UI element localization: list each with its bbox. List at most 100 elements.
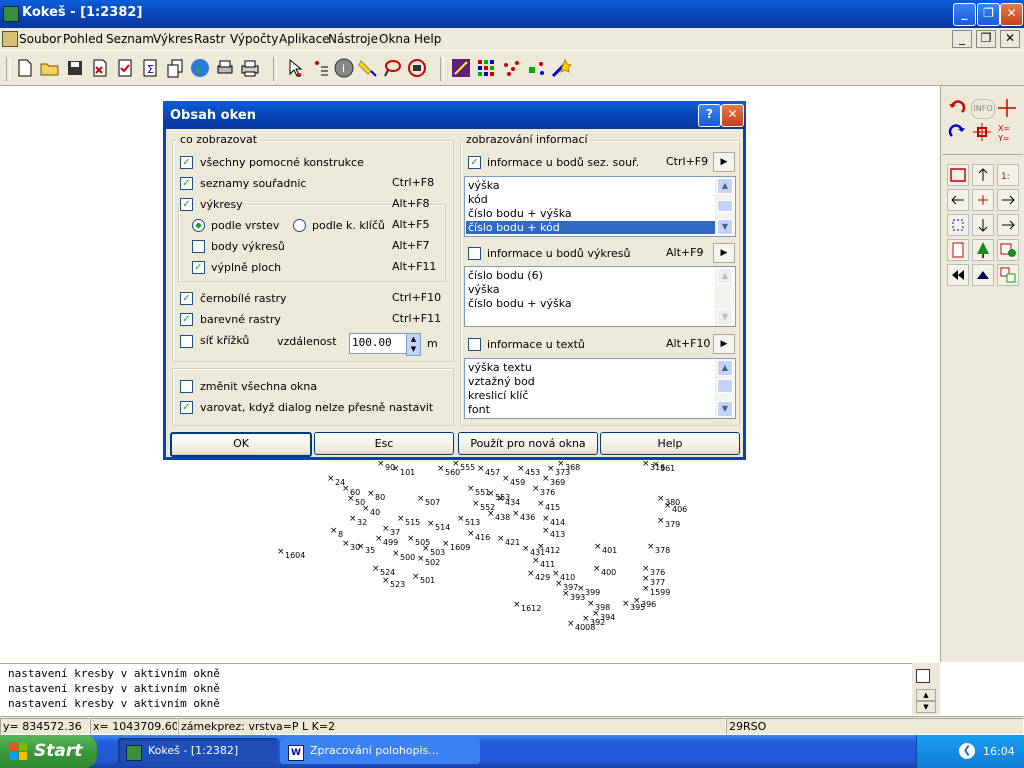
- survey-point[interactable]: ×: [594, 542, 602, 552]
- list-info-body-sez[interactable]: výška kód číslo bodu + výška číslo bodu …: [464, 176, 736, 237]
- checkbox-info-texty[interactable]: [468, 338, 481, 351]
- console-scroll-up[interactable]: ▲: [916, 689, 936, 701]
- pan-right-icon[interactable]: [997, 214, 1019, 236]
- list-item[interactable]: výška: [468, 283, 500, 296]
- mdi-close-button[interactable]: ✕: [1000, 30, 1020, 48]
- target-icon[interactable]: [972, 122, 992, 142]
- survey-point[interactable]: ×: [582, 614, 590, 624]
- survey-point[interactable]: ×: [372, 564, 380, 574]
- survey-point[interactable]: ×: [417, 494, 425, 504]
- menu-vypocty[interactable]: Výpočty: [230, 32, 278, 46]
- save-icon[interactable]: [64, 57, 86, 79]
- radio-podle-vrstev[interactable]: [192, 219, 205, 232]
- survey-point[interactable]: ×: [532, 484, 540, 494]
- menu-nastroje[interactable]: Nástroje: [328, 32, 378, 46]
- list-item[interactable]: výška textu: [468, 361, 532, 374]
- layers-icon[interactable]: [526, 57, 548, 79]
- rotate-zoom-icon[interactable]: [406, 57, 428, 79]
- console-scroll-down[interactable]: ▼: [916, 701, 936, 713]
- checkbox-cernobile-rastry[interactable]: ✓: [180, 292, 193, 305]
- taskbar-item-kokes[interactable]: Kokeš - [1:2382]: [118, 738, 278, 764]
- list-item[interactable]: font: [468, 403, 490, 416]
- survey-point[interactable]: ×: [375, 534, 383, 544]
- move-down-icon[interactable]: [972, 214, 994, 236]
- list-item-selected[interactable]: číslo bodu + kód: [466, 221, 715, 234]
- survey-point[interactable]: ×: [664, 501, 672, 511]
- grid-icon[interactable]: [475, 57, 497, 79]
- wizard-icon[interactable]: [550, 57, 572, 79]
- scrollbar[interactable]: ▲ ▼: [715, 359, 734, 418]
- scroll-up-button[interactable]: ▲: [717, 178, 733, 194]
- checkbox-vykresy[interactable]: ✓: [180, 198, 193, 211]
- redo-icon[interactable]: [947, 122, 967, 142]
- ok-button[interactable]: OK: [170, 432, 312, 457]
- coordinates-icon[interactable]: X=Y=: [997, 122, 1017, 144]
- survey-point[interactable]: ×: [542, 514, 550, 524]
- survey-point[interactable]: ×: [642, 584, 650, 594]
- select-arrow-icon[interactable]: [284, 57, 306, 79]
- list-item[interactable]: číslo bodu (6): [468, 269, 543, 282]
- survey-point[interactable]: ×: [487, 509, 495, 519]
- crosshair-icon[interactable]: [997, 98, 1017, 118]
- menu-vykres[interactable]: Výkres: [153, 32, 193, 46]
- document-icon[interactable]: [2, 31, 18, 47]
- move-left-icon[interactable]: [947, 189, 969, 211]
- survey-point[interactable]: ×: [330, 526, 338, 536]
- survey-point[interactable]: ×: [642, 459, 650, 469]
- list-info-body-vykresu[interactable]: číslo bodu (6) výška číslo bodu + výška …: [464, 266, 736, 327]
- survey-point[interactable]: ×: [552, 569, 560, 579]
- survey-point[interactable]: ×: [377, 459, 385, 469]
- check-document-icon[interactable]: [114, 57, 136, 79]
- survey-point[interactable]: ×: [522, 544, 530, 554]
- undo-icon[interactable]: [947, 98, 967, 118]
- tree-icon[interactable]: [972, 239, 994, 261]
- survey-point[interactable]: ×: [437, 464, 445, 474]
- move-right-icon[interactable]: [997, 189, 1019, 211]
- survey-point[interactable]: ×: [497, 494, 505, 504]
- mdi-restore-button[interactable]: ❐: [976, 30, 996, 48]
- settings-icon[interactable]: [450, 57, 472, 79]
- survey-point[interactable]: ×: [277, 547, 285, 557]
- survey-point[interactable]: ×: [397, 514, 405, 524]
- scrollbar[interactable]: ▲ ▼: [715, 267, 734, 326]
- list-item[interactable]: číslo bodu + výška: [468, 297, 572, 310]
- checkbox-vyplne-ploch[interactable]: ✓: [192, 261, 205, 274]
- survey-point[interactable]: ×: [392, 549, 400, 559]
- scroll-up-button[interactable]: ▲: [717, 268, 733, 284]
- survey-point[interactable]: ×: [467, 484, 475, 494]
- use-for-new-windows-button[interactable]: Použít pro nová okna: [458, 432, 598, 455]
- survey-point[interactable]: ×: [502, 474, 510, 484]
- survey-point[interactable]: ×: [497, 534, 505, 544]
- survey-point[interactable]: ×: [587, 599, 595, 609]
- list-item[interactable]: vztažný bod: [468, 375, 535, 388]
- scroll-down-button[interactable]: ▼: [717, 219, 733, 235]
- start-button[interactable]: Start: [0, 735, 97, 768]
- survey-point[interactable]: ×: [517, 464, 525, 474]
- app-icon[interactable]: [3, 6, 19, 22]
- survey-point[interactable]: ×: [642, 564, 650, 574]
- checkbox-seznamy-souradnic[interactable]: ✓: [180, 177, 193, 190]
- survey-point[interactable]: ×: [657, 516, 665, 526]
- app-title-bar[interactable]: Kokeš - [1:2382] _ ❐ ✕: [0, 0, 1024, 28]
- checkbox-varovat[interactable]: ✓: [180, 401, 193, 414]
- menu-aplikace[interactable]: Aplikace: [279, 32, 330, 46]
- dialog-close-button[interactable]: ✕: [721, 104, 744, 127]
- list-item[interactable]: výška: [468, 179, 500, 192]
- menu-soubor[interactable]: Soubor: [19, 32, 61, 46]
- survey-point[interactable]: ×: [512, 509, 520, 519]
- survey-point[interactable]: ×: [542, 474, 550, 484]
- survey-point[interactable]: ×: [382, 524, 390, 534]
- esc-button[interactable]: Esc: [314, 432, 454, 455]
- survey-point[interactable]: ×: [412, 572, 420, 582]
- list-item[interactable]: kód: [468, 193, 488, 206]
- checkbox-info-body-vykresu[interactable]: [468, 247, 481, 260]
- console-maximize-button[interactable]: [916, 669, 930, 683]
- copy-icon[interactable]: [164, 57, 186, 79]
- survey-point[interactable]: ×: [357, 542, 365, 552]
- fill-icon[interactable]: [997, 239, 1019, 261]
- move-up-icon[interactable]: [972, 164, 994, 186]
- checkbox-info-body-sez[interactable]: ✓: [468, 156, 481, 169]
- checkbox-body-vykresu[interactable]: [192, 240, 205, 253]
- close-button[interactable]: ✕: [1000, 3, 1023, 26]
- distance-input[interactable]: 100.00: [349, 333, 408, 354]
